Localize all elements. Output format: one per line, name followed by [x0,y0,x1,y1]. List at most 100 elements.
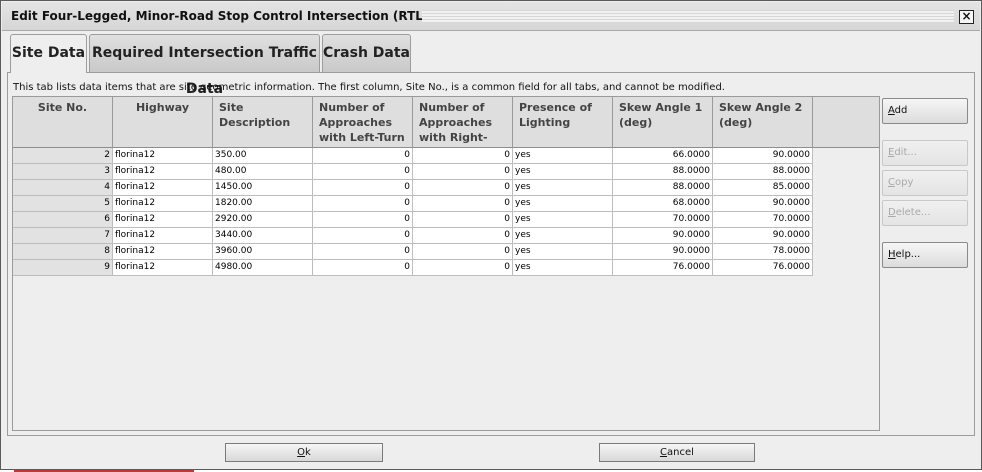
cell-highway[interactable]: florina12 [113,228,213,244]
column-header-skew-angle-1[interactable]: Skew Angle 1 (deg) [613,97,713,148]
button-label: elp... [895,249,921,260]
button-label: dit... [894,147,917,158]
cell-skew-angle-1[interactable]: 70.0000 [613,212,713,228]
copy-button[interactable]: Copy [882,170,968,196]
cell-site-description[interactable]: 3960.00 [213,244,313,260]
mnemonic: C [660,447,668,458]
button-label: ancel [667,447,694,458]
info-text: This tab lists data items that are site … [13,82,725,93]
delete-button[interactable]: Delete... [882,200,968,226]
cell-highway[interactable]: florina12 [113,180,213,196]
mnemonic: D [888,207,896,218]
mnemonic: H [888,249,896,260]
cell-highway[interactable]: florina12 [113,244,213,260]
mnemonic: O [297,447,306,458]
button-label: dd [894,105,908,116]
cell-highway[interactable]: florina12 [113,260,213,276]
cell-site-description[interactable]: 3440.00 [213,228,313,244]
cell-left-turn-approaches[interactable]: 0 [313,196,413,212]
column-header-left-turn-approaches[interactable]: Number of Approaches with Left-Turn [313,97,413,148]
cell-site-no: 3 [13,164,113,180]
cell-skew-angle-1[interactable]: 68.0000 [613,196,713,212]
cell-lighting[interactable]: yes [513,148,613,164]
cell-left-turn-approaches[interactable]: 0 [313,180,413,196]
cell-right-turn-approaches[interactable]: 0 [413,244,513,260]
cell-lighting[interactable]: yes [513,228,613,244]
cell-skew-angle-1[interactable]: 88.0000 [613,164,713,180]
cell-highway[interactable]: florina12 [113,148,213,164]
tab-required-intersection-traffic-data[interactable]: Required Intersection Traffic Data [89,34,320,97]
cell-site-description[interactable]: 350.00 [213,148,313,164]
help-button[interactable]: Help... [882,242,968,268]
cell-site-no: 7 [13,228,113,244]
cell-skew-angle-2[interactable]: 76.0000 [713,260,813,276]
cell-left-turn-approaches[interactable]: 0 [313,148,413,164]
cell-skew-angle-2[interactable]: 90.0000 [713,148,813,164]
column-header-site-description[interactable]: Site Description [213,97,313,148]
cell-site-description[interactable]: 2920.00 [213,212,313,228]
cell-lighting[interactable]: yes [513,260,613,276]
cell-skew-angle-2[interactable]: 90.0000 [713,196,813,212]
cell-site-description[interactable]: 480.00 [213,164,313,180]
title-bar-grip [422,10,954,23]
edit-button[interactable]: Edit... [882,140,968,166]
tab-label: Site Data [11,45,86,61]
cancel-button[interactable]: Cancel [599,443,755,462]
cell-skew-angle-1[interactable]: 66.0000 [613,148,713,164]
cell-left-turn-approaches[interactable]: 0 [313,164,413,180]
cell-lighting[interactable]: yes [513,244,613,260]
cell-skew-angle-2[interactable]: 78.0000 [713,244,813,260]
cell-site-no: 6 [13,212,113,228]
cell-site-no: 5 [13,196,113,212]
cell-site-description[interactable]: 1820.00 [213,196,313,212]
cell-site-description[interactable]: 1450.00 [213,180,313,196]
cell-left-turn-approaches[interactable]: 0 [313,212,413,228]
cell-site-no: 4 [13,180,113,196]
ok-button[interactable]: Ok [225,443,383,462]
cell-right-turn-approaches[interactable]: 0 [413,212,513,228]
cell-skew-angle-1[interactable]: 76.0000 [613,260,713,276]
mnemonic: C [888,177,895,188]
title-bar[interactable]: Edit Four-Legged, Minor-Road Stop Contro… [2,2,980,31]
cell-highway[interactable]: florina12 [113,164,213,180]
cell-right-turn-approaches[interactable]: 0 [413,180,513,196]
cell-skew-angle-2[interactable]: 70.0000 [713,212,813,228]
cell-right-turn-approaches[interactable]: 0 [413,260,513,276]
close-icon[interactable]: × [959,10,974,24]
cell-site-no: 8 [13,244,113,260]
cell-left-turn-approaches[interactable]: 0 [313,260,413,276]
column-header-right-turn-approaches[interactable]: Number of Approaches with Right-Turn [413,97,513,159]
cell-skew-angle-1[interactable]: 90.0000 [613,244,713,260]
cell-lighting[interactable]: yes [513,180,613,196]
cell-lighting[interactable]: yes [513,212,613,228]
button-label: k [305,447,311,458]
cell-skew-angle-2[interactable]: 85.0000 [713,180,813,196]
tab-crash-data[interactable]: Crash Data [322,34,411,72]
column-header-presence-of-lighting[interactable]: Presence of Lighting [513,97,613,148]
cell-lighting[interactable]: yes [513,196,613,212]
cell-highway[interactable]: florina12 [113,196,213,212]
cell-right-turn-approaches[interactable]: 0 [413,164,513,180]
button-label: opy [894,177,914,188]
cell-right-turn-approaches[interactable]: 0 [413,148,513,164]
column-header-site-no[interactable]: Site No. [13,97,113,148]
cell-left-turn-approaches[interactable]: 0 [313,228,413,244]
cell-lighting[interactable]: yes [513,164,613,180]
cell-site-no: 2 [13,148,113,164]
cell-highway[interactable]: florina12 [113,212,213,228]
cell-skew-angle-1[interactable]: 88.0000 [613,180,713,196]
cell-right-turn-approaches[interactable]: 0 [413,228,513,244]
cell-site-description[interactable]: 4980.00 [213,260,313,276]
cell-skew-angle-1[interactable]: 90.0000 [613,228,713,244]
tab-label: Crash Data [323,45,411,61]
add-button[interactable]: Add [882,98,968,124]
tab-site-data[interactable]: Site Data [10,34,87,73]
mnemonic: A [888,105,895,116]
cell-skew-angle-2[interactable]: 90.0000 [713,228,813,244]
column-header-highway[interactable]: Highway [113,97,213,148]
cell-skew-angle-2[interactable]: 88.0000 [713,164,813,180]
button-label: elete... [895,207,931,218]
column-header-skew-angle-2[interactable]: Skew Angle 2 (deg) [713,97,813,148]
cell-left-turn-approaches[interactable]: 0 [313,244,413,260]
cell-right-turn-approaches[interactable]: 0 [413,196,513,212]
